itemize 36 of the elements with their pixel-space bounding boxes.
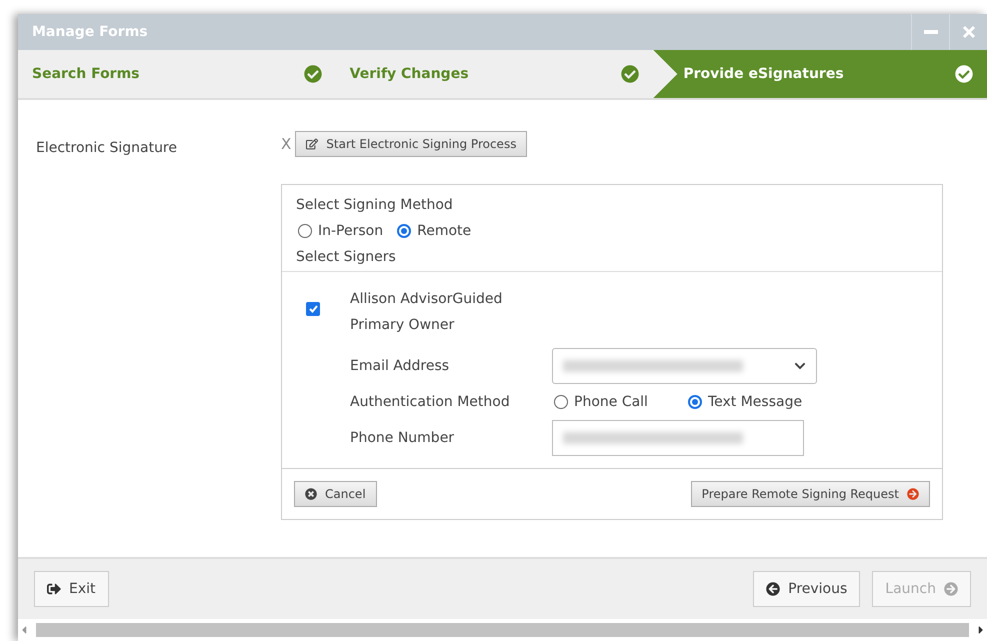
section-heading: Select Signers bbox=[296, 249, 397, 265]
wizard-step[interactable]: Search Forms bbox=[18, 50, 336, 98]
signer-checkbox[interactable] bbox=[306, 302, 320, 316]
arrow-left-icon bbox=[766, 582, 780, 596]
section-heading: Select Signing Method bbox=[296, 197, 454, 213]
previous-button[interactable]: Previous bbox=[753, 571, 860, 607]
wizard-step[interactable]: Verify Changes bbox=[336, 50, 654, 98]
radio-option[interactable]: In-Person bbox=[298, 223, 384, 239]
email-select[interactable] bbox=[552, 348, 817, 384]
cancel-button[interactable]: Cancel bbox=[294, 481, 377, 507]
exit-icon bbox=[47, 582, 61, 596]
chevron-down-icon bbox=[794, 360, 806, 372]
prepare-request-button[interactable]: Prepare Remote Signing Request bbox=[690, 481, 930, 507]
arrow-right-icon bbox=[944, 582, 958, 596]
start-signing-button[interactable]: Start Electronic Signing Process bbox=[295, 131, 528, 157]
check-icon bbox=[621, 65, 640, 83]
wizard-step[interactable]: Provide eSignatures bbox=[653, 50, 987, 98]
radio-option[interactable]: Phone Call bbox=[554, 394, 648, 410]
radio-option[interactable]: Text Message bbox=[688, 394, 802, 410]
arrow-right-icon bbox=[907, 488, 919, 500]
field-label: Phone Number bbox=[350, 430, 456, 446]
radio-option[interactable]: Remote bbox=[397, 223, 472, 239]
field-label: Electronic Signature bbox=[36, 139, 178, 158]
field-label: Authentication Method bbox=[350, 394, 511, 410]
window-title: Manage Forms bbox=[31, 24, 149, 40]
minimize-icon bbox=[924, 30, 938, 34]
phone-input[interactable] bbox=[552, 420, 804, 456]
exit-button[interactable]: Exit bbox=[34, 571, 109, 607]
signer-name: Allison AdvisorGuided Primary Owner bbox=[350, 290, 504, 335]
check-icon bbox=[304, 65, 322, 83]
field-label: Email Address bbox=[350, 358, 450, 374]
scrollbar-thumb[interactable] bbox=[36, 623, 969, 637]
edit-icon bbox=[306, 138, 318, 150]
close-icon bbox=[962, 25, 976, 39]
remove-mark[interactable]: X bbox=[281, 135, 292, 153]
check-icon bbox=[955, 65, 974, 83]
